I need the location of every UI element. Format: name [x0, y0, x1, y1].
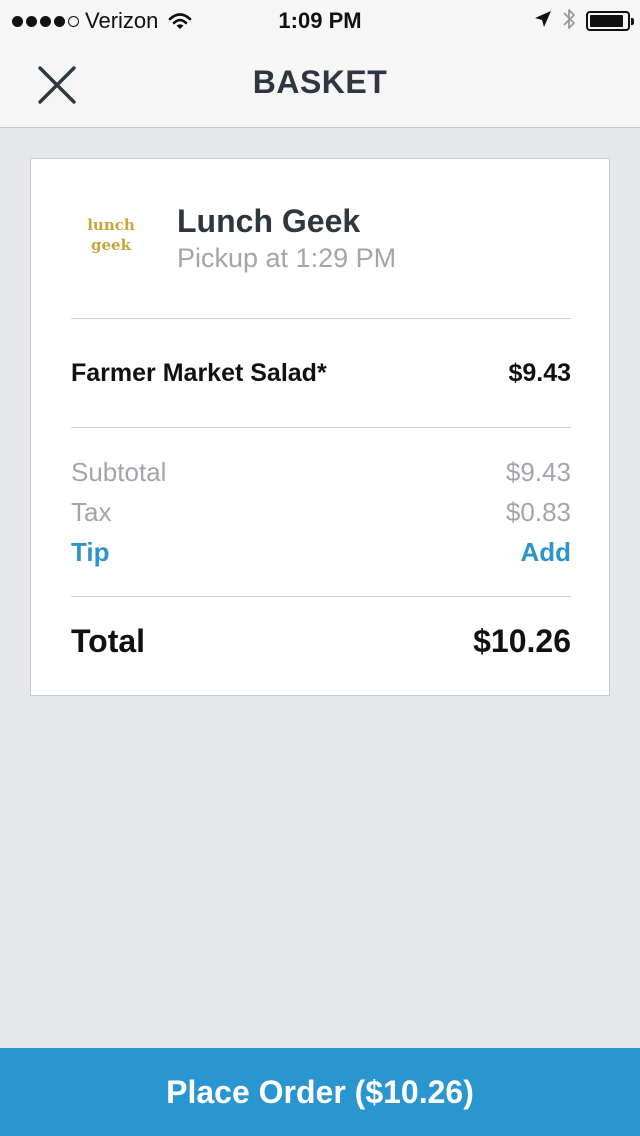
total-value: $10.26	[473, 622, 571, 659]
item-price: $9.43	[508, 358, 571, 387]
subtotal-label: Subtotal	[71, 456, 167, 487]
divider	[71, 318, 571, 319]
location-arrow-icon	[534, 10, 552, 33]
nav-bar: BASKET	[0, 40, 640, 128]
logo-line-2: geek	[91, 236, 131, 254]
tax-row: Tax $0.83	[71, 496, 571, 528]
basket-item[interactable]: Farmer Market Salad* $9.43	[71, 357, 571, 389]
logo-line-1: lunch	[87, 216, 135, 234]
place-order-button[interactable]: Place Order ($10.26)	[0, 1048, 640, 1136]
divider	[71, 427, 571, 428]
bluetooth-icon	[562, 7, 576, 36]
tip-label: Tip	[71, 536, 110, 567]
add-tip-button[interactable]: Add	[520, 537, 571, 568]
basket-card: lunch geek Lunch Geek Pickup at 1:29 PM …	[30, 158, 610, 696]
pickup-time: Pickup at 1:29 PM	[177, 243, 397, 273]
item-name: Farmer Market Salad*	[71, 358, 327, 387]
battery-icon	[586, 11, 634, 31]
restaurant-logo: lunch geek	[87, 215, 135, 261]
total-row: Total $10.26	[71, 621, 571, 661]
tax-value: $0.83	[505, 496, 571, 527]
tax-label: Tax	[71, 496, 112, 527]
divider	[71, 596, 571, 597]
status-bar: Verizon 1:09 PM	[0, 0, 640, 40]
status-right	[534, 7, 634, 36]
subtotal-value: $9.43	[505, 456, 571, 487]
place-order-label: Place Order ($10.26)	[166, 1073, 474, 1110]
restaurant-name: Lunch Geek	[177, 203, 361, 239]
tip-row: Tip Add	[71, 536, 571, 568]
total-label: Total	[71, 622, 146, 659]
subtotal-row: Subtotal $9.43	[71, 456, 571, 488]
page-title: BASKET	[252, 64, 388, 100]
